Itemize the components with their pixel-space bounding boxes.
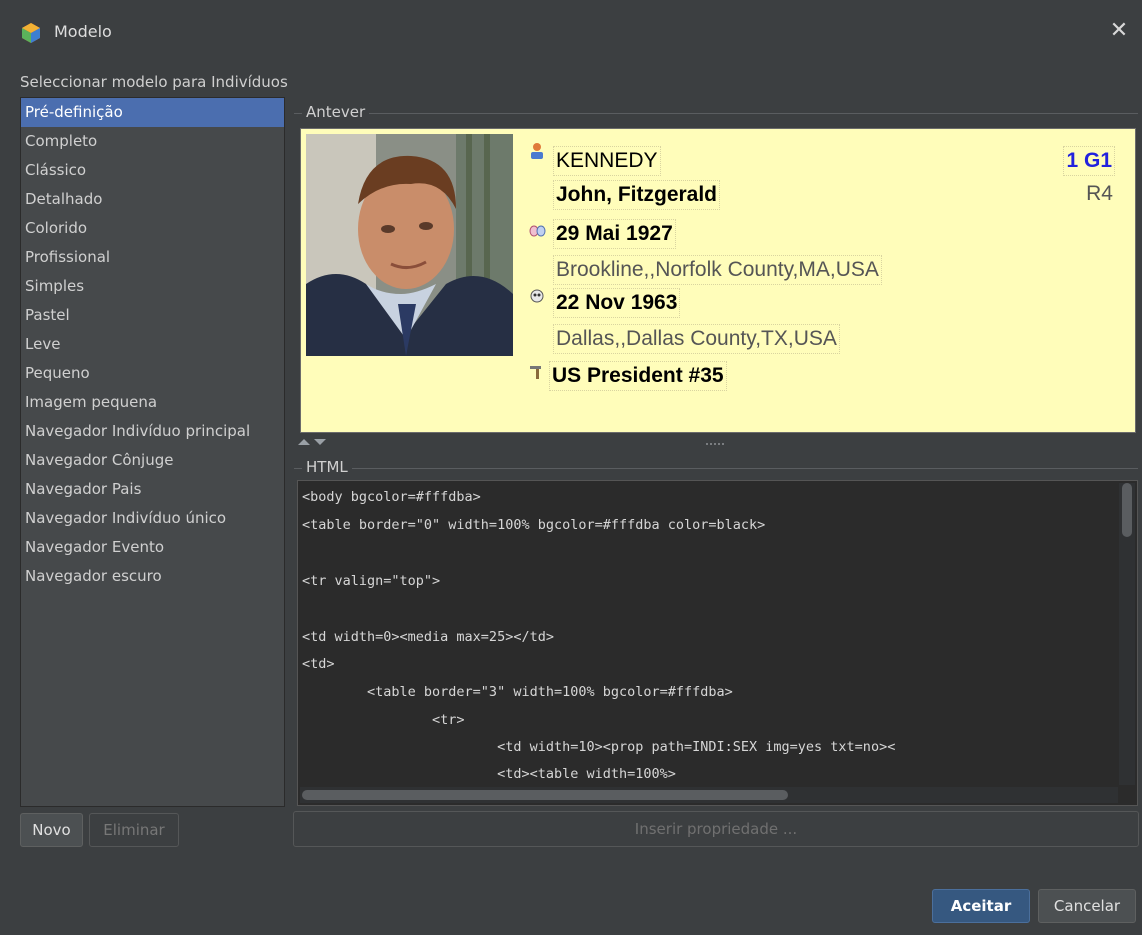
accept-button[interactable]: Aceitar [932,889,1030,923]
code-line: <td width=0><media max=25></td> [302,629,554,645]
dialog-subtitle: Seleccionar modelo para Indivíduos [20,73,288,91]
delete-button[interactable]: Eliminar [89,813,179,847]
template-item[interactable]: Navegador escuro [21,562,284,591]
template-item[interactable]: Navegador Indivíduo único [21,504,284,533]
title-bar: Modelo ✕ [0,0,1142,62]
code-line: <table border="0" width=100% bgcolor=#ff… [302,517,766,533]
template-item[interactable]: Colorido [21,214,284,243]
window-title: Modelo [54,22,112,41]
horizontal-scrollbar[interactable] [300,787,1118,803]
vertical-scrollbar[interactable] [1119,483,1135,785]
reference: R4 [1086,182,1113,205]
app-logo-icon [22,23,40,43]
template-item[interactable]: Navegador Evento [21,533,284,562]
preview-label: Antever [302,103,370,121]
html-label: HTML [302,458,352,476]
male-icon [531,143,543,159]
template-item[interactable]: Navegador Indivíduo principal [21,417,284,446]
birth-date: 29 Mai 1927 [553,219,676,249]
surname: KENNEDY [553,146,661,176]
preview-group-border [294,113,1138,114]
given-names: John, Fitzgerald [553,180,721,210]
template-item[interactable]: Simples [21,272,284,301]
template-list[interactable]: Pré-definição Completo Clássico Detalhado Co… [20,97,285,807]
html-editor[interactable]: <td><table width=100%> <td width=10><pro… [297,480,1138,806]
template-item[interactable]: Detalhado [21,185,284,214]
code-line: <td><table width=100%> [302,766,676,782]
cancel-button[interactable]: Cancelar [1038,889,1136,923]
template-item[interactable]: Profissional [21,243,284,272]
template-item[interactable]: Imagem pequena [21,388,284,417]
code-line: <tr valign="top"> [302,573,441,589]
template-item[interactable]: Completo [21,127,284,156]
code-line: <body bgcolor=#fffdba> [302,489,481,505]
code-line: <tr> [302,712,465,728]
occupation: US President #35 [549,361,727,391]
portrait-photo [306,134,513,356]
template-item[interactable]: Navegador Pais [21,475,284,504]
template-item[interactable]: Pré-definição [21,98,284,127]
birth-icon [529,225,546,237]
template-item[interactable]: Leve [21,330,284,359]
death-icon [530,289,544,303]
preview-splitter[interactable] [296,436,1136,450]
preview-panel: KENNEDY 1 G1 John, Fitzgerald R4 29 Mai … [300,128,1136,433]
occupation-icon [530,366,541,379]
template-item[interactable]: Pequeno [21,359,284,388]
person-id: 1 G1 [1063,146,1115,176]
death-date: 22 Nov 1963 [553,288,681,318]
code-line: <td width=10><prop path=INDI:SEX img=yes… [302,739,896,755]
close-icon[interactable]: ✕ [1104,16,1134,46]
birth-place: Brookline,,Norfolk County,MA,USA [553,255,882,285]
template-item[interactable]: Navegador Cônjuge [21,446,284,475]
template-item[interactable]: Pastel [21,301,284,330]
code-line: <td> [302,656,335,672]
death-place: Dallas,,Dallas County,TX,USA [553,324,840,354]
new-button[interactable]: Novo [20,813,83,847]
insert-property-button[interactable]: Inserir propriedade ... [293,811,1139,847]
template-item[interactable]: Clássico [21,156,284,185]
code-line: <table border="3" width=100% bgcolor=#ff… [302,684,733,700]
html-group-border [294,468,1138,469]
